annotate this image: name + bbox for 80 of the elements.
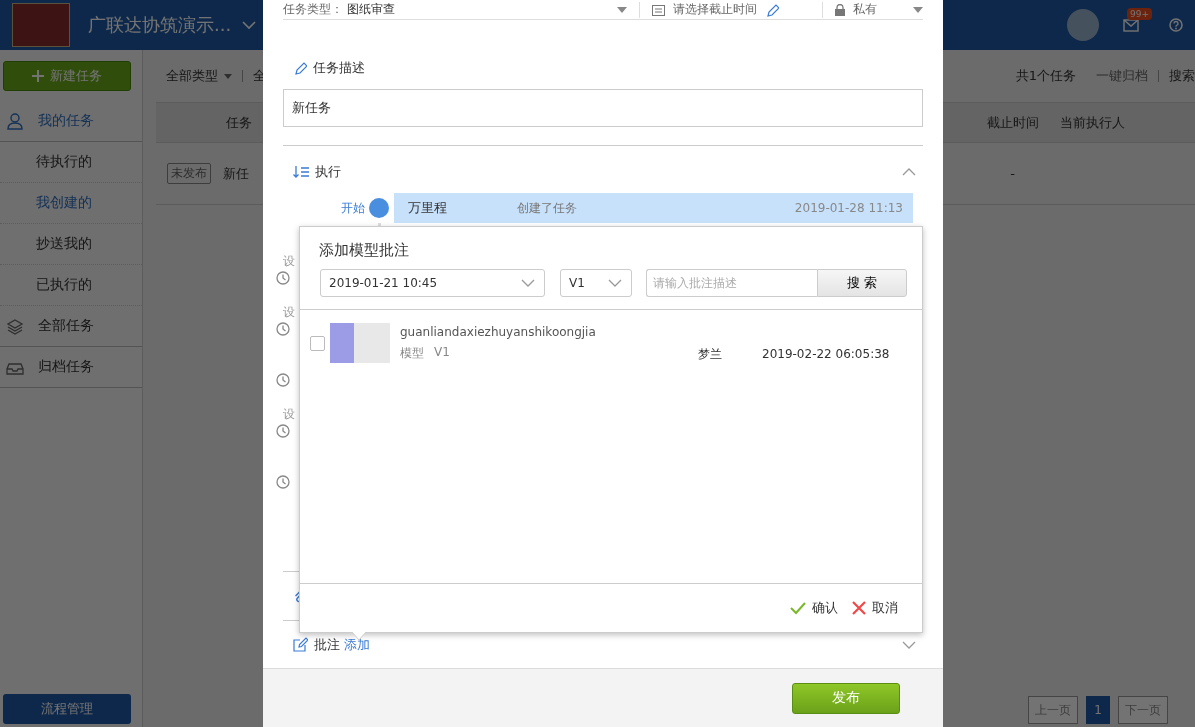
search-button[interactable]: 搜 索 [817,269,907,297]
layers-icon [6,317,24,335]
publish-button[interactable]: 发布 [792,682,900,714]
timestamp: 2019-01-28 11:13 [794,201,903,215]
task-count: 共1个任务 [1015,67,1076,85]
start-label: 开始 [341,199,365,217]
status-tag: 未发布 [167,163,211,184]
sidebar-item-label: 归档任务 [38,358,94,376]
page-button[interactable]: 1 [1086,696,1110,724]
edit-icon [293,637,308,652]
deadline-placeholder[interactable]: 请选择截止时间 [673,1,757,18]
description-field[interactable]: 新任务 [283,89,923,127]
calendar-icon[interactable] [652,3,665,16]
description-label: 任务描述 [313,59,365,77]
popup-title: 添加模型批注 [319,241,410,261]
clock-icon [276,424,290,438]
chevron-down-icon[interactable] [241,18,258,32]
sidebar-item[interactable]: 已执行的 [0,265,142,306]
execute-label: 执行 [315,163,341,181]
close-icon [852,601,866,615]
search-link[interactable]: 搜索 [1169,67,1195,85]
type-text: 模型 [400,344,424,362]
search-field[interactable]: 请输入批注描述 [646,269,817,297]
checkbox[interactable] [310,335,325,351]
step-label: 设 [282,253,296,270]
pencil-icon [293,61,307,75]
timestamp: 2019-02-22 06:05:38 [762,347,890,361]
type-filter[interactable]: 全部类型 [166,67,218,85]
sidebar-item[interactable]: 我创建的 [0,183,142,224]
cancel-button[interactable]: 取消 [852,599,898,617]
timeline-node [369,198,389,218]
step-label: 设 [282,304,296,321]
clock-icon [276,322,290,336]
user-name: 万里程 [408,199,448,217]
sidebar-item-label: 我的任务 [38,112,94,130]
clock-icon [276,475,290,489]
notification-badge: 99+ [1127,8,1152,20]
process-management-button[interactable]: 流程管理 [3,694,131,724]
annotation-label: 批注 [314,635,340,654]
version-text: V1 [434,344,450,361]
sidebar-item[interactable]: 归档任务 [0,347,142,388]
sidebar-item-label: 全部任务 [38,317,94,335]
person-icon [6,112,24,130]
sidebar-item[interactable]: 待执行的 [0,142,142,183]
lock-icon [835,3,845,16]
add-annotation-link[interactable]: 添加 [344,635,370,654]
sort-list-icon [293,165,309,179]
clock-icon [276,373,290,387]
sidebar-item[interactable]: 抄送我的 [0,224,142,265]
action-text: 创建了任务 [517,199,578,217]
column-header: 截止时间 [985,113,1040,132]
check-icon [790,601,806,615]
dropdown-caret-icon[interactable] [617,6,627,13]
dropdown-caret-icon[interactable] [913,6,923,13]
new-task-button[interactable]: 新建任务 [3,61,131,91]
task-type-label: 任务类型： [283,1,343,18]
task-type-value[interactable]: 图纸审查 [347,1,395,18]
visibility-value[interactable]: 私有 [853,1,905,18]
model-thumbnail-placeholder [330,323,390,363]
author-name: 梦兰 [698,345,723,363]
table-cell-text: - [1009,166,1016,181]
task-name[interactable]: 新任 [223,164,249,183]
column-header: 当前执行人 [1059,113,1126,132]
confirm-button[interactable]: 确认 [790,599,838,617]
pencil-icon[interactable] [765,2,779,17]
avatar[interactable] [1067,9,1099,41]
sidebar-item[interactable]: 我的任务 [0,101,142,142]
mail-icon[interactable] [1123,18,1139,32]
project-title[interactable]: 广联达协筑演示... [88,13,232,37]
clock-icon [276,271,290,285]
column-header: 任务 [225,113,253,132]
version-select[interactable]: V1 [560,269,632,297]
project-photo-placeholder [12,3,70,47]
dropdown-caret-icon[interactable] [224,73,232,79]
step-label: 设 [282,406,296,423]
model-name: guanliandaxiezhuyanshikoongjia [400,324,597,339]
date-select[interactable]: 2019-01-21 10:45 [320,269,545,297]
plus-icon [32,70,44,82]
help-icon[interactable] [1169,18,1183,32]
sidebar-item[interactable]: 全部任务 [0,306,142,347]
